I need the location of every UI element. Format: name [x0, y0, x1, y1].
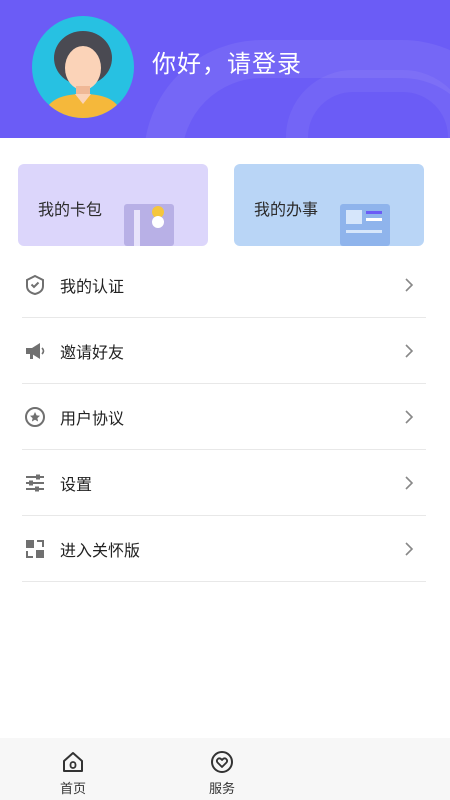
tab-service[interactable]: 服务	[182, 738, 262, 800]
card-label: 我的卡包	[38, 200, 103, 219]
card-wallet-icon	[124, 200, 174, 246]
menu-item-label: 用户协议	[60, 409, 125, 428]
menu-item-verification[interactable]: 我的认证	[22, 252, 426, 318]
sliders-icon	[24, 472, 46, 494]
my-card-wallet-card[interactable]: 我的卡包	[18, 164, 208, 246]
service-icon	[210, 750, 234, 774]
user-avatar-icon[interactable]	[32, 16, 134, 118]
chevron-right-icon	[402, 541, 416, 556]
chevron-right-icon	[402, 475, 416, 490]
card-label: 我的办事	[254, 200, 319, 219]
chevron-right-icon	[402, 409, 416, 424]
menu-item-label: 我的认证	[60, 277, 125, 296]
menu-item-user-agreement[interactable]: 用户协议	[22, 384, 426, 450]
login-prompt[interactable]: 你好，请登录	[152, 44, 302, 79]
care-mode-icon	[24, 538, 46, 560]
menu-item-care-mode[interactable]: 进入关怀版	[22, 516, 426, 582]
verify-shield-icon	[24, 274, 46, 296]
menu-item-label: 设置	[60, 475, 93, 494]
chevron-right-icon	[402, 277, 416, 292]
chevron-right-icon	[402, 343, 416, 358]
tab-home[interactable]: 首页	[33, 738, 113, 800]
document-icon	[340, 200, 390, 246]
menu-item-label: 进入关怀版	[60, 541, 141, 560]
bottom-tab-bar: 首页 服务	[0, 738, 450, 800]
menu-item-label: 邀请好友	[60, 343, 125, 362]
my-affairs-card[interactable]: 我的办事	[234, 164, 424, 246]
menu-list: 我的认证 邀请好友 用户协议 设置 进入关怀版	[22, 252, 426, 582]
quick-cards: 我的卡包 我的办事	[18, 164, 426, 246]
star-badge-icon	[24, 406, 46, 428]
menu-item-settings[interactable]: 设置	[22, 450, 426, 516]
tab-label: 首页	[59, 782, 86, 797]
tab-label: 服务	[208, 782, 235, 797]
home-icon	[61, 750, 85, 774]
menu-item-invite[interactable]: 邀请好友	[22, 318, 426, 384]
megaphone-icon	[24, 340, 46, 362]
profile-header: 你好，请登录	[0, 0, 450, 138]
